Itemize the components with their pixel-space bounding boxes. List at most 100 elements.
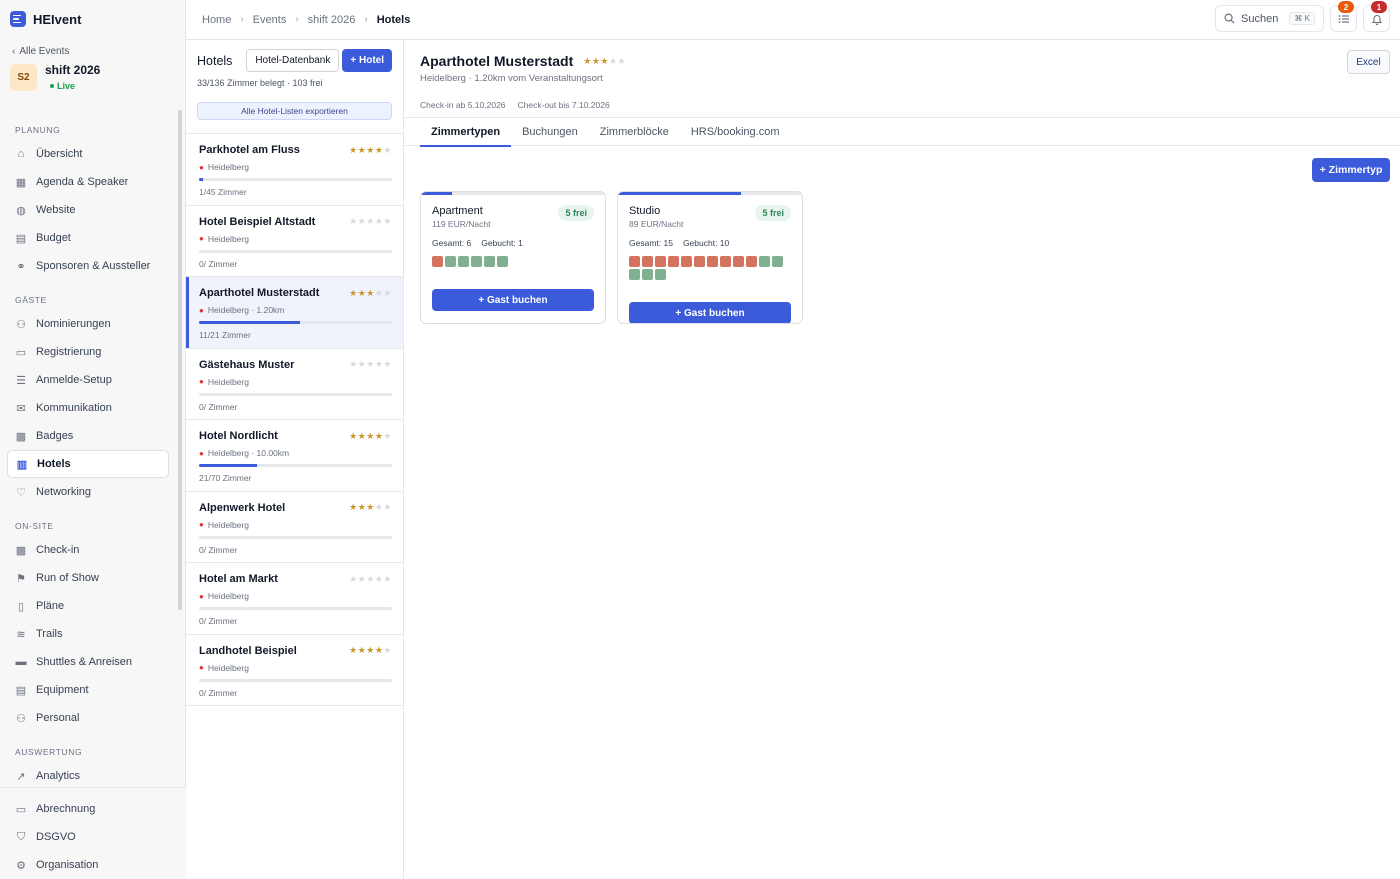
sidebar-item-check-in[interactable]: ▩ Check-in bbox=[7, 536, 169, 564]
sidebar-item-badges[interactable]: ▩ Badges bbox=[7, 422, 169, 450]
sidebar-item-registrierung[interactable]: ▭ Registrierung bbox=[7, 338, 169, 366]
book-guest-button[interactable]: + Gast buchen bbox=[432, 289, 594, 311]
notifications-button[interactable]: 1 bbox=[1363, 1, 1390, 32]
room-unit-booked[interactable] bbox=[432, 256, 443, 267]
hotel-location-text: Heidelberg · 1.20km bbox=[207, 305, 285, 315]
sidebar-item-abrechnung[interactable]: ▭ Abrechnung bbox=[7, 795, 169, 823]
excel-export-button[interactable]: Excel bbox=[1347, 50, 1390, 74]
star-filled-icon: ★ bbox=[357, 502, 367, 512]
sidebar-item-website[interactable]: ◍ Website bbox=[7, 196, 169, 224]
sidebar-item-label: Übersicht bbox=[36, 148, 83, 160]
hotel-list-item[interactable]: Gästehaus Muster ★★★★★ ● Heidelberg 0/ Zimme… bbox=[186, 349, 403, 420]
export-hotel-lists-button[interactable]: Alle Hotel-Listen exportieren bbox=[197, 102, 392, 120]
sidebar-item-sponsoren-aussteller[interactable]: ⚭ Sponsoren & Aussteller bbox=[7, 252, 169, 280]
breadcrumb-item[interactable]: Home bbox=[202, 14, 231, 26]
add-hotel-button[interactable]: + Hotel bbox=[342, 49, 392, 72]
room-unit-free[interactable] bbox=[497, 256, 508, 267]
brand[interactable]: HEIvent bbox=[0, 0, 185, 38]
qr-icon: ▩ bbox=[15, 430, 27, 443]
sidebar-item-networking[interactable]: ♡ Networking bbox=[7, 478, 169, 506]
room-unit-free[interactable] bbox=[445, 256, 456, 267]
sidebar-item-personal[interactable]: ⚇ Personal bbox=[7, 704, 169, 732]
room-unit-booked[interactable] bbox=[668, 256, 679, 267]
room-unit-free[interactable] bbox=[458, 256, 469, 267]
sidebar-item-pläne[interactable]: ▯ Pläne bbox=[7, 592, 169, 620]
calendar-icon: ▦ bbox=[15, 176, 27, 189]
sidebar-item-run-of-show[interactable]: ⚑ Run of Show bbox=[7, 564, 169, 592]
add-room-type-button[interactable]: + Zimmertyp bbox=[1312, 158, 1390, 182]
sidebar-scrollbar[interactable] bbox=[178, 110, 182, 610]
sidebar-item-organisation[interactable]: ⚙ Organisation bbox=[7, 851, 169, 879]
room-unit-free[interactable] bbox=[772, 256, 783, 267]
sidebar-item-label: Website bbox=[36, 204, 76, 216]
hotel-list-item[interactable]: Aparthotel Musterstadt ★★★★★ ● Heidelberg ·… bbox=[186, 277, 403, 349]
chevron-right-icon: › bbox=[295, 14, 299, 25]
room-unit-booked[interactable] bbox=[642, 256, 653, 267]
room-unit-booked[interactable] bbox=[629, 256, 640, 267]
hotel-list-item[interactable]: Hotel Nordlicht ★★★★★ ● Heidelberg · 10.00k… bbox=[186, 420, 403, 492]
room-unit-booked[interactable] bbox=[733, 256, 744, 267]
tab-zimmerblöcke[interactable]: Zimmerblöcke bbox=[589, 118, 680, 146]
hotel-list-item[interactable]: Alpenwerk Hotel ★★★★★ ● Heidelberg 0/ Zimmer bbox=[186, 492, 403, 563]
room-unit-free[interactable] bbox=[655, 269, 666, 280]
sidebar-nav: PLANUNG ⌂ Übersicht ▦ Agenda & Speaker ◍ Websi… bbox=[0, 110, 186, 787]
room-unit-free[interactable] bbox=[759, 256, 770, 267]
sidebar-item-anmelde-setup[interactable]: ☰ Anmelde-Setup bbox=[7, 366, 169, 394]
hotel-room-count: 11/21 Zimmer bbox=[199, 330, 251, 340]
room-type-cards: Apartment 5 frei 119 EUR/Nacht Gesamt: 6 Geb… bbox=[420, 191, 803, 324]
sidebar-item-analytics[interactable]: ↗ Analytics bbox=[7, 762, 169, 787]
room-unit-free[interactable] bbox=[629, 269, 640, 280]
tab-hrs-booking-com[interactable]: HRS/booking.com bbox=[680, 118, 791, 146]
breadcrumb-item[interactable]: Events bbox=[253, 14, 287, 26]
sidebar-item-übersicht[interactable]: ⌂ Übersicht bbox=[7, 140, 169, 168]
room-unit-free[interactable] bbox=[484, 256, 495, 267]
hotel-database-button[interactable]: Hotel-Datenbank bbox=[246, 49, 340, 72]
hotel-list-item[interactable]: Hotel am Markt ★★★★★ ● Heidelberg 0/ Zimmer bbox=[186, 563, 403, 635]
book-guest-button[interactable]: + Gast buchen bbox=[629, 302, 791, 323]
hotel-location: ● Heidelberg bbox=[199, 377, 392, 387]
hotel-location: ● Heidelberg · 10.00km bbox=[199, 448, 392, 458]
tasks-button[interactable]: 2 bbox=[1330, 1, 1357, 32]
sidebar-item-label: Shuttles & Anreisen bbox=[36, 656, 133, 668]
star-empty-icon: ★ bbox=[383, 144, 392, 155]
route-icon: ≋ bbox=[16, 628, 26, 641]
hotel-list-panel: Hotels Hotel-Datenbank + Hotel 33/136 Zi… bbox=[186, 40, 404, 879]
hotel-room-count: 0/ Zimmer bbox=[199, 544, 238, 555]
sidebar-item-label: Personal bbox=[36, 712, 80, 724]
hotel-list-item[interactable]: Parkhotel am Fluss ★★★★★ ● Heidelberg 1/45 Z… bbox=[186, 134, 403, 206]
sidebar-item-dsgvo[interactable]: ⛉ DSGVO bbox=[7, 823, 169, 851]
sidebar-item-equipment[interactable]: ▤ Equipment bbox=[7, 676, 169, 704]
occupancy-bar bbox=[199, 321, 392, 324]
free-rooms-badge: 5 frei bbox=[558, 205, 594, 221]
scan-icon: ▩ bbox=[15, 544, 27, 557]
room-unit-booked[interactable] bbox=[694, 256, 705, 267]
room-unit-booked[interactable] bbox=[655, 256, 666, 267]
hotel-list-item[interactable]: Landhotel Beispiel ★★★★★ ● Heidelberg 0/ Zim… bbox=[186, 635, 403, 706]
star-empty-icon: ★ bbox=[617, 55, 627, 66]
room-unit-free[interactable] bbox=[471, 256, 482, 267]
sidebar-item-trails[interactable]: ≋ Trails bbox=[7, 620, 169, 648]
sidebar-item-agenda-speaker[interactable]: ▦ Agenda & Speaker bbox=[7, 168, 169, 196]
room-unit-free[interactable] bbox=[642, 269, 653, 280]
occupancy-bar bbox=[199, 678, 392, 682]
room-unit-booked[interactable] bbox=[720, 256, 731, 267]
hotel-list-item[interactable]: Hotel Beispiel Altstadt ★★★★★ ● Heidelberg 0… bbox=[186, 206, 403, 277]
breadcrumb-item[interactable]: shift 2026 bbox=[308, 14, 356, 26]
sidebar-item-label: Organisation bbox=[36, 859, 99, 871]
sidebar-item-kommunikation[interactable]: ✉ Kommunikation bbox=[7, 394, 169, 422]
room-unit-booked[interactable] bbox=[707, 256, 718, 267]
sidebar-item-budget[interactable]: ▤ Budget bbox=[7, 224, 169, 252]
sidebar-item-shuttles-anreisen[interactable]: ▬ Shuttles & Anreisen bbox=[7, 648, 169, 676]
room-unit-booked[interactable] bbox=[746, 256, 757, 267]
sidebar-item-nominierungen[interactable]: ⚇ Nominierungen bbox=[7, 310, 169, 338]
tab-buchungen[interactable]: Buchungen bbox=[511, 118, 589, 146]
nav-section-title: ON-SITE bbox=[15, 521, 54, 531]
tab-zimmertypen[interactable]: Zimmertypen bbox=[420, 118, 512, 147]
status-dot-icon bbox=[50, 84, 54, 88]
sidebar-item-hotels[interactable]: ▥ Hotels bbox=[7, 450, 169, 478]
room-unit-booked[interactable] bbox=[681, 256, 692, 267]
event-switcher[interactable]: S2 shift 2026 Live bbox=[0, 57, 185, 91]
search-button[interactable]: Suchen ⌘ K bbox=[1215, 5, 1324, 32]
user-plus-icon: ⚇ bbox=[16, 318, 26, 331]
back-to-events-link[interactable]: ‹ Alle Events bbox=[0, 38, 185, 57]
